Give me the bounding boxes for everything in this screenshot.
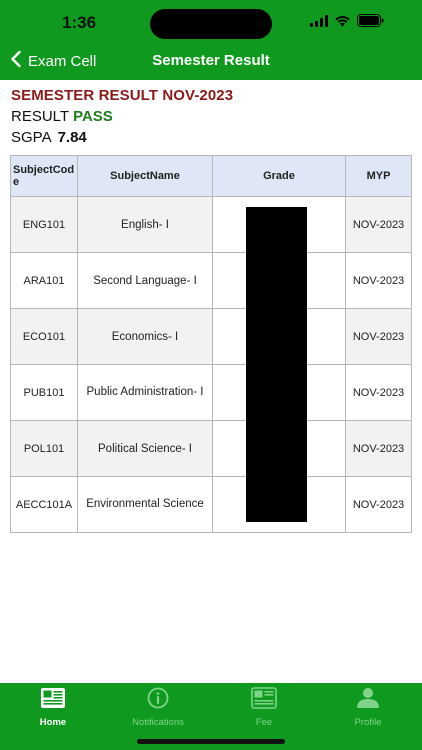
table-header-row: SubjectCode SubjectName Grade MYP: [10, 155, 412, 197]
subject-name-cell: Second Language- I: [77, 252, 213, 309]
subject-name-cell: English- I: [77, 196, 213, 253]
tab-profile[interactable]: Profile: [328, 687, 408, 728]
tab-label: Notifications: [132, 717, 184, 728]
myp-cell: NOV-2023: [345, 364, 412, 421]
myp-cell: NOV-2023: [345, 252, 412, 309]
home-indicator: [137, 739, 285, 744]
header-grade: Grade: [212, 155, 346, 197]
table-row: ARA101 Second Language- I NOV-2023: [10, 252, 412, 309]
header-subject-code: SubjectCode: [10, 155, 78, 197]
sgpa-value: 7.84: [57, 129, 87, 146]
myp-cell: NOV-2023: [345, 476, 412, 533]
semester-heading: SEMESTER RESULT NOV-2023: [11, 87, 234, 104]
wifi-icon: [334, 15, 351, 27]
myp-cell: NOV-2023: [345, 308, 412, 365]
subject-code-cell: AECC101A: [10, 476, 78, 533]
subject-code-cell: POL101: [10, 420, 78, 477]
table-row: AECC101A Environmental Science NOV-2023: [10, 476, 412, 533]
subject-code-cell: ENG101: [10, 196, 78, 253]
profile-icon: [355, 688, 381, 713]
tab-notifications[interactable]: Notifications: [118, 687, 198, 728]
result-line: RESULT PASS: [11, 108, 113, 125]
subject-code-cell: ECO101: [10, 308, 78, 365]
tab-label: Fee: [255, 717, 273, 728]
table-row: ECO101 Economics- I NOV-2023: [10, 308, 412, 365]
sgpa-label: SGPA: [11, 129, 52, 146]
home-icon: [40, 688, 66, 713]
dynamic-island: [150, 9, 272, 39]
myp-cell: NOV-2023: [345, 420, 412, 477]
fee-icon: [251, 687, 277, 713]
subject-name-cell: Political Science- I: [77, 420, 213, 477]
status-time: 1:36: [62, 13, 97, 32]
tab-fee[interactable]: Fee: [224, 687, 304, 728]
result-label: RESULT: [11, 108, 70, 125]
battery-icon: [357, 14, 384, 27]
table-row: ENG101 English- I NOV-2023: [10, 196, 412, 253]
subject-code-cell: ARA101: [10, 252, 78, 309]
subject-name-cell: Public Administration- I: [77, 364, 213, 421]
info-icon: [146, 687, 170, 713]
table-row: POL101 Political Science- I NOV-2023: [10, 420, 412, 477]
subject-name-cell: Economics- I: [77, 308, 213, 365]
subject-name-cell: Environmental Science: [77, 476, 213, 533]
status-bar: 1:36: [0, 0, 422, 44]
grade-redaction-block: [246, 207, 307, 522]
sgpa-line: SGPA 7.84: [11, 129, 87, 146]
header-myp: MYP: [345, 155, 412, 197]
header-subject-name: SubjectName: [77, 155, 213, 197]
result-value: PASS: [73, 108, 113, 125]
system-icons: [310, 14, 384, 27]
page-title: Semester Result: [152, 52, 270, 69]
table-row: PUB101 Public Administration- I NOV-2023: [10, 364, 412, 421]
navigation-bar: Exam Cell Semester Result: [0, 44, 422, 80]
myp-cell: NOV-2023: [345, 196, 412, 253]
signal-icon: [310, 14, 328, 27]
subject-code-cell: PUB101: [10, 364, 78, 421]
tab-home[interactable]: Home: [13, 687, 93, 728]
tab-label: Profile: [354, 717, 382, 728]
tab-label: Home: [39, 717, 67, 728]
results-table: SubjectCode SubjectName Grade MYP ENG101…: [10, 155, 412, 533]
